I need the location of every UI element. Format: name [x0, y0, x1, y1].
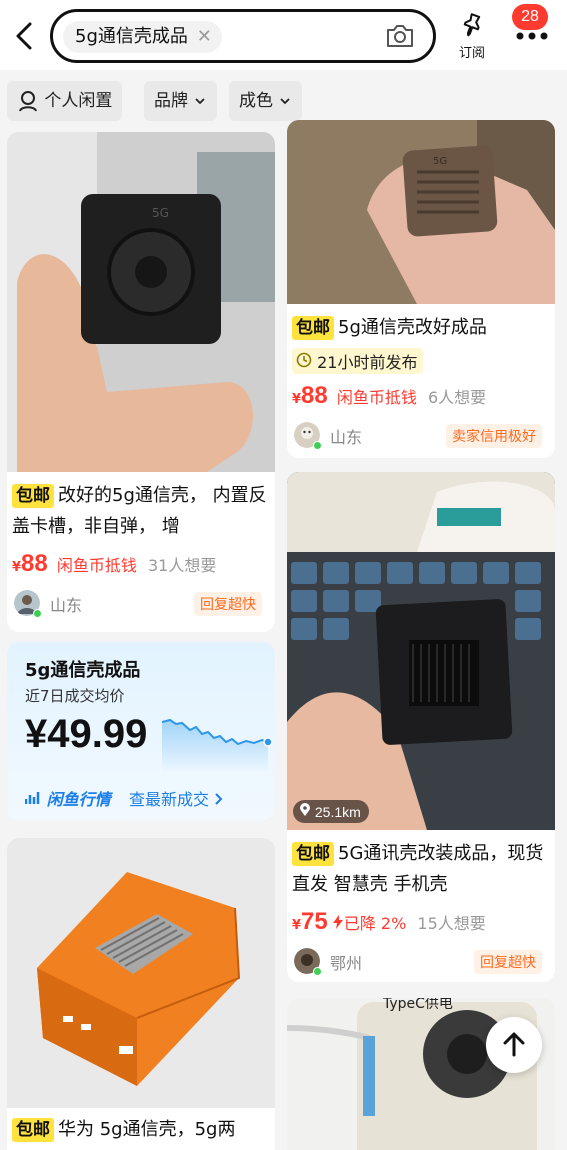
- currency-symbol: ¥: [12, 560, 22, 575]
- seller-row[interactable]: 山东 回复超快: [14, 590, 268, 618]
- filter-brand[interactable]: 品牌: [144, 81, 218, 121]
- search-input[interactable]: 5g通信壳成品 ✕: [50, 9, 436, 63]
- lightning-icon: [332, 915, 343, 929]
- price: 75: [301, 908, 328, 935]
- product-photo: [287, 472, 555, 830]
- subscribe-button[interactable]: 订阅: [452, 12, 492, 61]
- seller-row[interactable]: 鄂州 回复超快: [294, 948, 548, 976]
- arrow-up-icon: [503, 1032, 525, 1057]
- notification-badge: 28: [512, 4, 548, 30]
- top-bar: 5g通信壳成品 ✕ 订阅 28: [0, 0, 567, 70]
- market-average-price: ¥49.99: [25, 712, 148, 756]
- free-shipping-tag: 包邮: [292, 316, 334, 340]
- product-title-text: 5g通信壳改好成品: [338, 317, 487, 338]
- pin-icon: [463, 13, 481, 37]
- publish-time-text: 21小时前发布: [317, 353, 418, 372]
- product-card[interactable]: 25.1km 包邮 5G通讯壳改装成品，现货直发 智慧壳 手机壳 ¥75 已降 2…: [287, 472, 555, 982]
- location-pin-icon: [300, 803, 310, 816]
- chevron-down-icon: [280, 98, 291, 105]
- market-title: 5g通信壳成品: [25, 660, 141, 681]
- market-price-card[interactable]: 5g通信壳成品 近7日成交均价 ¥49.99 闲鱼行情 查最新成交: [7, 642, 275, 820]
- price-drop-text: 已降 2%: [343, 914, 407, 933]
- product-card[interactable]: 5G 包邮 改好的5g通信壳， 内置反盖卡槽，非自弹， 增 ¥88 闲鱼币抵钱 3…: [7, 132, 275, 632]
- back-to-top-button[interactable]: [486, 1017, 542, 1073]
- distance-text: 25.1km: [314, 804, 361, 820]
- distance-badge: 25.1km: [293, 800, 369, 823]
- product-card[interactable]: 包邮 华为 5g通信壳，5g两: [7, 838, 275, 1150]
- chart-bars-icon: [24, 792, 40, 804]
- filter-personal-idle[interactable]: 个人闲置: [7, 81, 123, 121]
- market-link-text: 查最新成交: [129, 790, 210, 809]
- product-photo: 5G: [7, 132, 275, 472]
- camera-icon[interactable]: [385, 23, 415, 49]
- photo-caption: TypeC供电: [382, 998, 453, 1012]
- product-title: 包邮 改好的5g通信壳， 内置反盖卡槽，非自弹， 增: [12, 480, 270, 542]
- filter-label: 成色: [239, 91, 273, 111]
- svg-text:5G: 5G: [152, 206, 169, 220]
- product-title: 包邮 5G通讯壳改装成品，现货直发 智慧壳 手机壳: [292, 838, 550, 900]
- product-title: 包邮 5g通信壳改好成品: [292, 312, 550, 343]
- filter-condition[interactable]: 成色: [229, 81, 303, 121]
- free-shipping-tag: 包邮: [292, 842, 334, 866]
- market-brand: 闲鱼行情: [24, 786, 111, 810]
- currency-symbol: ¥: [292, 918, 302, 933]
- publish-time: 21小时前发布: [292, 348, 424, 374]
- price-row: ¥88 闲鱼币抵钱 6人想要: [292, 382, 486, 410]
- online-dot: [313, 967, 322, 976]
- online-dot: [33, 609, 42, 618]
- price: 88: [301, 382, 328, 409]
- back-arrow-icon[interactable]: [10, 18, 40, 54]
- free-shipping-tag: 包邮: [12, 484, 54, 508]
- price-row: ¥88 闲鱼币抵钱 31人想要: [12, 550, 216, 578]
- subscribe-label: 订阅: [458, 46, 485, 61]
- clock-icon: [296, 352, 312, 368]
- promo-text: 闲鱼币抵钱: [336, 388, 417, 407]
- seller-tag: 回复超快: [194, 592, 262, 616]
- product-card[interactable]: 5G 包邮 5g通信壳改好成品 21小时前发布 ¥88 闲鱼币抵钱 6人想要 山东…: [287, 120, 555, 458]
- market-subtitle: 近7日成交均价: [25, 687, 125, 705]
- product-photo: [7, 838, 275, 1108]
- chevron-down-icon: [195, 98, 206, 105]
- chevron-right-icon: [215, 793, 223, 805]
- free-shipping-tag: 包邮: [12, 1118, 54, 1142]
- seller-location: 鄂州: [330, 954, 363, 973]
- promo-text: 闲鱼币抵钱: [56, 556, 137, 575]
- seller-location: 山东: [50, 596, 83, 615]
- search-query-text: 5g通信壳成品: [75, 26, 188, 47]
- clear-query-icon[interactable]: ✕: [197, 21, 212, 53]
- filter-label: 品牌: [154, 91, 188, 111]
- seller-tag: 卖家信用极好: [446, 424, 542, 448]
- seller-location: 山东: [330, 428, 363, 447]
- wants-count: 6人想要: [427, 388, 487, 407]
- product-title: 包邮 华为 5g通信壳，5g两: [12, 1114, 270, 1145]
- product-photo: 5G: [287, 120, 555, 304]
- person-icon: [19, 91, 37, 112]
- price-trend-sparkline: [162, 718, 273, 772]
- wants-count: 15人想要: [417, 914, 486, 933]
- price-row: ¥75 已降 2% 15人想要: [292, 908, 486, 936]
- seller-tag: 回复超快: [474, 950, 542, 974]
- seller-row[interactable]: 山东 卖家信用极好: [294, 422, 548, 450]
- product-title-text: 华为 5g通信壳，5g两: [58, 1119, 236, 1140]
- search-query-chip[interactable]: 5g通信壳成品 ✕: [63, 21, 222, 53]
- price: 88: [21, 550, 48, 577]
- currency-symbol: ¥: [292, 392, 302, 407]
- market-latest-link[interactable]: 查最新成交: [129, 786, 224, 810]
- online-dot: [313, 441, 322, 450]
- market-brand-text: 闲鱼行情: [46, 790, 111, 809]
- svg-text:5G: 5G: [433, 156, 447, 167]
- wants-count: 31人想要: [147, 556, 217, 575]
- filter-label: 个人闲置: [44, 91, 113, 111]
